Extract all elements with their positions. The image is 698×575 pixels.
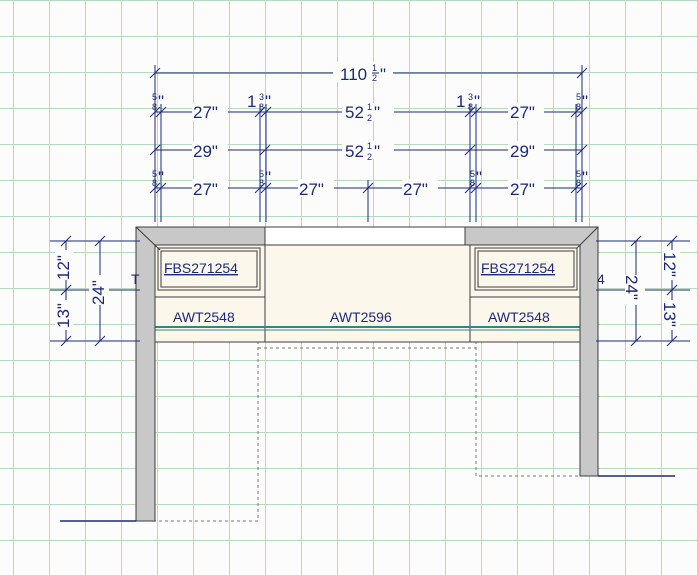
svg-text:29": 29" (193, 142, 218, 161)
label-fbs271254-right: FBS271254 (481, 260, 555, 276)
cabinet-top-band (264, 226, 471, 246)
dim-right-13: 13" (660, 302, 679, 327)
elevation-drawing: 110 1 2 " 5 8 " 27" 1 3 8 " 52 1 2 " 1 3… (50, 62, 690, 522)
svg-text:8: 8 (259, 178, 264, 188)
svg-text:29": 29" (510, 142, 535, 161)
dim-27-left: 27" (193, 103, 218, 122)
svg-text:52: 52 (345, 103, 364, 122)
elevation-canvas: 110 1 2 " 5 8 " 27" 1 3 8 " 52 1 2 " 1 3… (0, 0, 698, 575)
svg-text:": " (474, 92, 480, 111)
dim-left-13: 13" (54, 303, 73, 328)
label-awt2548-left: AWT2548 (173, 309, 235, 325)
svg-text:": " (265, 92, 271, 111)
svg-text:2: 2 (367, 152, 372, 162)
svg-text:": " (380, 65, 386, 84)
svg-text:8: 8 (576, 178, 581, 188)
svg-text:": " (265, 168, 271, 187)
svg-text:1: 1 (367, 141, 372, 151)
dim-left-12: 12" (54, 255, 73, 280)
svg-text:8: 8 (152, 102, 157, 112)
wall-cabinets: FBS271254 FBS271254 AWT2548 AWT2548 AWT2… (131, 226, 605, 522)
overall-width-label: 110 (340, 65, 367, 84)
svg-text:": " (582, 92, 588, 111)
label-t-fragment: T (131, 271, 140, 287)
svg-text:1: 1 (367, 102, 372, 112)
svg-text:1: 1 (456, 92, 465, 111)
svg-text:": " (582, 168, 588, 187)
svg-text:": " (158, 92, 164, 111)
svg-text:": " (158, 168, 164, 187)
dim-right-24: 24" (622, 275, 641, 300)
svg-text:1: 1 (247, 92, 256, 111)
svg-text:27": 27" (403, 180, 428, 199)
svg-text:8: 8 (470, 178, 475, 188)
label-4-fragment: 4 (597, 271, 605, 287)
svg-text:3: 3 (468, 92, 473, 102)
svg-text:8: 8 (576, 102, 581, 112)
svg-text:8: 8 (152, 178, 157, 188)
label-awt2596: AWT2596 (330, 309, 392, 325)
svg-text:5: 5 (576, 92, 581, 102)
label-awt2548-right: AWT2548 (488, 309, 550, 325)
dim-left-24: 24" (89, 280, 108, 305)
svg-text:": " (374, 142, 380, 161)
label-fbs271254-left: FBS271254 (164, 260, 238, 276)
svg-text:27": 27" (510, 103, 535, 122)
svg-text:2: 2 (367, 113, 372, 123)
dimension-rows: 110 1 2 " 5 8 " 27" 1 3 8 " 52 1 2 " 1 3… (149, 62, 588, 222)
svg-text:1: 1 (372, 63, 377, 73)
svg-text:52: 52 (345, 142, 364, 161)
svg-text:27": 27" (299, 180, 324, 199)
svg-text:27": 27" (193, 180, 218, 199)
svg-text:": " (476, 168, 482, 187)
dim-right-12: 12" (660, 252, 679, 277)
svg-text:8: 8 (259, 102, 264, 112)
svg-text:8: 8 (468, 102, 473, 112)
svg-text:5: 5 (152, 92, 157, 102)
svg-text:3: 3 (259, 92, 264, 102)
svg-text:2: 2 (372, 73, 377, 83)
svg-text:": " (374, 103, 380, 122)
dashed-outlines (155, 341, 582, 522)
svg-text:27": 27" (510, 180, 535, 199)
